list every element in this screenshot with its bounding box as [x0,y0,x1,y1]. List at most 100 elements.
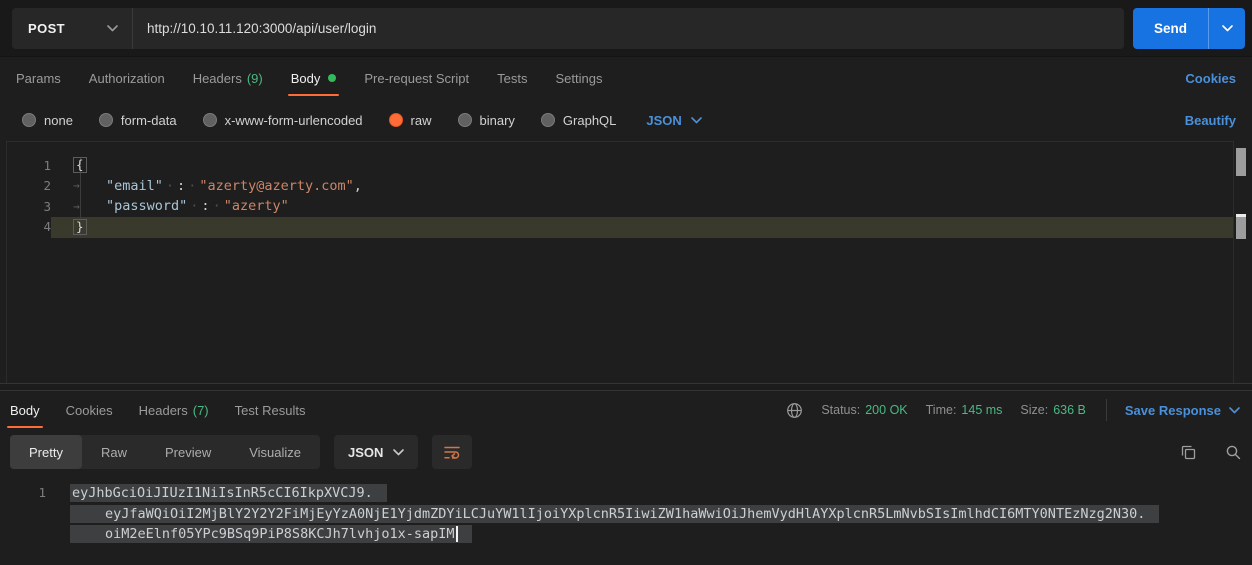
radio-icon [458,113,472,127]
line-number: 2 [7,178,51,193]
body-type-none[interactable]: none [22,113,73,128]
line-number: 4 [7,219,51,234]
selected-text: oiM2eElnf05YPc9BSq9PiP8S8KCJh7lvhjo1x-sa… [70,525,472,543]
pane-splitter[interactable] [0,383,1252,391]
tab-authorization[interactable]: Authorization [89,57,165,99]
response-token-line-3[interactable]: oiM2eElnf05YPc9BSq9PiP8S8KCJh7lvhjo1x-sa… [70,524,472,545]
chevron-down-icon [1222,25,1233,32]
body-type-raw[interactable]: raw [389,113,432,128]
response-body-viewer[interactable]: 1 eyJhbGciOiJIUzI1NiIsInR5cCI6IkpXVCJ9. … [0,478,1252,565]
radio-icon [99,113,113,127]
url-input[interactable] [133,21,1124,36]
whitespace-dot [187,198,201,214]
view-tab-preview[interactable]: Preview [146,435,230,469]
wrap-text-button[interactable] [432,435,472,469]
radio-selected-icon [389,113,403,127]
view-tab-raw[interactable]: Raw [82,435,146,469]
body-type-form-data[interactable]: form-data [99,113,177,128]
response-tabs-row: Body Cookies Headers (7) Test Results St… [0,391,1252,429]
radio-icon [541,113,555,127]
request-tabs: Params Authorization Headers (9) Body Pr… [0,57,1252,99]
line-number: 1 [7,158,51,173]
tab-body[interactable]: Body [291,57,337,99]
editor-line-2[interactable]: 2 →"email":"azerty@azerty.com", [7,176,1233,197]
active-tab-underline [7,426,43,428]
chevron-down-icon [393,449,404,456]
radio-icon [203,113,217,127]
view-tab-visualize[interactable]: Visualize [230,435,320,469]
globe-icon [786,402,803,419]
selected-text: eyJfaWQiOiI2MjBlY2Y2Y2FiMjEyYzA0NjE1Yjdm… [70,505,1159,523]
size-badge: Size: 636 B [1020,403,1085,417]
headers-count-badge: (9) [247,71,263,86]
close-brace: } [73,219,87,235]
view-tab-pretty[interactable]: Pretty [10,435,82,469]
request-body-editor[interactable]: 1 { 2 →"email":"azerty@azerty.com", 3 →"… [6,141,1234,383]
body-type-binary[interactable]: binary [458,113,515,128]
tab-settings[interactable]: Settings [555,57,602,99]
line-number: 3 [7,199,51,214]
response-view-toolbar: Pretty Raw Preview Visualize JSON [10,434,1242,470]
api-client-window: POST Send Params Authorization Headers (… [0,0,1252,565]
send-options-button[interactable] [1209,8,1245,49]
json-string-value: "azerty@azerty.com" [199,178,353,194]
tab-indent-icon: → [73,179,106,192]
beautify-link[interactable]: Beautify [1185,113,1236,128]
response-meta: Status: 200 OK Time: 145 ms Size: 636 B … [786,399,1240,421]
body-type-graphql[interactable]: GraphQL [541,113,616,128]
status-badge: Status: 200 OK [821,403,907,417]
tab-pre-request-script[interactable]: Pre-request Script [364,57,469,99]
body-modified-dot [328,74,336,82]
json-key: "password" [106,198,187,214]
tab-indent-icon: → [73,200,106,213]
caret-cursor [456,526,458,542]
editor-scrollbar-thumb[interactable] [1236,148,1246,176]
whitespace-dot [163,178,177,194]
send-split-button: Send [1133,8,1245,49]
send-label: Send [1154,21,1187,36]
whitespace-dot [210,198,224,214]
json-string-value: "azerty" [224,198,289,214]
selected-text: eyJhbGciOiJIUzI1NiIsInR5cCI6IkpXVCJ9. [70,484,387,502]
whitespace-dot [185,178,199,194]
method-label: POST [28,21,65,36]
search-icon [1225,444,1242,461]
json-key: "email" [106,178,163,194]
wrap-text-icon [443,444,461,460]
editor-overview-marker[interactable] [1236,217,1246,239]
response-language-dropdown[interactable]: JSON [334,435,418,469]
divider [1106,399,1107,421]
response-tab-headers[interactable]: Headers (7) [139,391,209,429]
response-token-line-1[interactable]: eyJhbGciOiJIUzI1NiIsInR5cCI6IkpXVCJ9. [70,483,387,504]
active-tab-underline [288,94,340,96]
save-response-button[interactable]: Save Response [1125,403,1240,418]
method-dropdown[interactable]: POST [12,8,133,49]
json-colon: : [177,178,185,194]
editor-line-1[interactable]: 1 { [7,155,1233,176]
url-box: POST [12,8,1124,49]
tab-params[interactable]: Params [16,57,61,99]
send-button[interactable]: Send [1133,8,1209,49]
response-tab-body[interactable]: Body [10,391,40,429]
tab-tests[interactable]: Tests [497,57,527,99]
search-response-button[interactable] [1225,444,1242,461]
response-tab-test-results[interactable]: Test Results [235,391,306,429]
body-type-x-www-form-urlencoded[interactable]: x-www-form-urlencoded [203,113,363,128]
copy-icon [1180,444,1197,461]
json-colon: : [201,198,209,214]
editor-line-3[interactable]: 3 →"password": "azerty" [7,196,1233,217]
request-url-bar: POST Send [0,0,1252,57]
radio-icon [22,113,36,127]
tab-headers[interactable]: Headers (9) [193,57,263,99]
cookies-link[interactable]: Cookies [1185,57,1236,99]
response-line-number: 1 [26,485,46,500]
raw-language-dropdown[interactable]: JSON [646,113,701,128]
response-action-icons [1152,444,1242,461]
response-headers-count-badge: (7) [193,403,209,418]
response-token-line-2[interactable]: eyJfaWQiOiI2MjBlY2Y2Y2FiMjEyYzA0NjE1Yjdm… [70,504,1159,525]
open-brace: { [73,157,87,173]
response-tab-cookies[interactable]: Cookies [66,391,113,429]
time-badge: Time: 145 ms [926,403,1003,417]
copy-response-button[interactable] [1180,444,1197,461]
editor-line-4[interactable]: 4 } [7,217,1233,238]
